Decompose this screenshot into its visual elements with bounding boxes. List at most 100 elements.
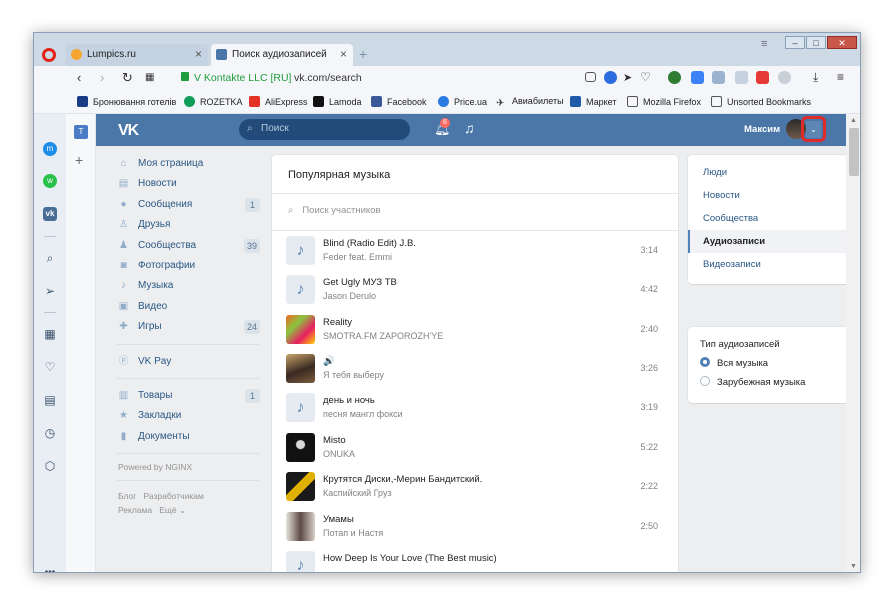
scroll-up-icon[interactable]: ▲ (850, 117, 857, 124)
music-note-icon[interactable]: ♫ (464, 120, 475, 136)
nav-video[interactable]: ▣ Видео (116, 298, 260, 318)
close-tab-icon[interactable]: × (340, 47, 347, 61)
bookmark-folder-unsorted[interactable]: Unsorted Bookmarks (711, 96, 811, 107)
snapshot-icon[interactable] (585, 72, 596, 82)
track-row[interactable]: ♪ день и ночь песня мангл фокси 3:19 (286, 393, 658, 423)
bookmark-folder-firefox[interactable]: Mozilla Firefox (627, 96, 701, 107)
user-name[interactable]: Максим (744, 124, 780, 135)
tab-lumpics[interactable]: Lumpics.ru × (66, 44, 208, 66)
nav-goods[interactable]: ▥ Товары 1 (116, 387, 260, 407)
album-cover[interactable] (286, 512, 315, 541)
speed-dial-icon[interactable]: ▦ (145, 72, 154, 83)
footer-ads-link[interactable]: Реклама (118, 505, 152, 515)
more-icon[interactable]: ••• (43, 566, 57, 572)
nav-news[interactable]: ▤ Новости (116, 175, 260, 195)
nav-messages[interactable]: ● Сообщения 1 (116, 196, 260, 216)
whatsapp-icon[interactable]: w (43, 174, 57, 188)
new-tab-icon[interactable]: + (359, 46, 367, 62)
tab-video[interactable]: Видеозаписи (688, 253, 846, 276)
puzzle-extension-icon[interactable] (735, 71, 748, 84)
url-input[interactable]: vk.com/search (294, 72, 362, 84)
track-row[interactable]: 🔊 Я тебя выберу 3:26 (286, 354, 658, 384)
nav-music[interactable]: ♪ Музыка (116, 277, 260, 297)
nav-photos[interactable]: ◙ Фотографии (116, 257, 260, 277)
tab-vk-search[interactable]: Поиск аудиозаписей × (211, 44, 353, 66)
nav-bookmarks[interactable]: ★ Закладки (116, 407, 260, 427)
track-row[interactable]: Reality SMOTRA.FM ZAPOROZH'YE 2:40 (286, 315, 658, 345)
vk-sidebar-icon[interactable]: vk (43, 207, 57, 221)
tab-people[interactable]: Люди (688, 161, 846, 184)
track-row[interactable]: Крутятся Диски,-Мерин Бандитский. Каспийс… (286, 472, 658, 502)
messenger-icon[interactable]: m (43, 142, 57, 156)
music-note-icon[interactable]: ♪ (286, 275, 315, 304)
scroll-down-icon[interactable]: ▼ (850, 563, 857, 570)
tab-audio[interactable]: Аудиозаписи (688, 230, 846, 253)
nav-documents[interactable]: ▮ Документы (116, 428, 260, 448)
track-row[interactable]: Misto ONUKA 5:22 (286, 433, 658, 463)
bookmark-flights[interactable]: ✈ Авиабилеты (496, 96, 564, 109)
nav-my-page[interactable]: ⌂ Моя страница (116, 155, 260, 175)
music-note-icon[interactable]: ♪ (286, 551, 315, 572)
track-row[interactable]: ♪ Blind (Radio Edit) J.B. Feder feat. Emmi… (286, 236, 658, 266)
download-extension-icon[interactable] (691, 71, 704, 84)
bookmark-lamoda[interactable]: Lamoda (313, 96, 362, 107)
radio-foreign-music[interactable]: Зарубежная музыка (700, 376, 805, 388)
send-icon[interactable]: ➤ (623, 71, 632, 84)
extension-grey-icon[interactable] (778, 71, 791, 84)
maximize-button[interactable]: □ (806, 36, 826, 49)
track-row[interactable]: ♪ How Deep Is Your Love (The Best music) (286, 551, 658, 572)
track-row[interactable]: Умамы Потап и Настя 2:50 (286, 512, 658, 542)
send-icon[interactable]: ➢ (43, 284, 57, 298)
bookmark-aliexpress[interactable]: AliExpress (249, 96, 308, 107)
news-icon[interactable]: ▤ (43, 393, 57, 407)
footer-more-link[interactable]: Ещё ⌄ (159, 505, 186, 515)
add-panel-icon[interactable]: + (75, 152, 83, 168)
members-search-input[interactable]: ⌕ Поиск участников (288, 205, 381, 216)
album-cover[interactable] (286, 433, 315, 462)
music-note-icon[interactable]: ♪ (286, 236, 315, 265)
extension-arrow-icon[interactable] (712, 71, 725, 84)
album-cover[interactable] (286, 472, 315, 501)
vpn-shield-icon[interactable] (604, 71, 617, 84)
minimize-button[interactable]: – (785, 36, 805, 49)
album-cover[interactable] (286, 315, 315, 344)
bookmark-rozetka[interactable]: ROZETKA (184, 96, 243, 107)
opera-logo-icon[interactable] (42, 48, 56, 62)
close-window-button[interactable]: ✕ (827, 36, 857, 49)
heart-icon[interactable]: ♡ (640, 70, 651, 84)
nav-vk-pay[interactable]: ⓟ VK Pay (116, 353, 260, 373)
extension-red-icon[interactable] (756, 71, 769, 84)
nav-communities[interactable]: ♟ Сообщества 39 (116, 237, 260, 257)
extension-globe-icon[interactable] (668, 71, 681, 84)
scroll-thumb[interactable] (849, 128, 859, 176)
nav-friends[interactable]: ♙ Друзья (116, 216, 260, 236)
close-tab-icon[interactable]: × (195, 47, 202, 61)
bookmark-priceua[interactable]: Price.ua (438, 96, 487, 107)
footer-dev-link[interactable]: Разработчикам (143, 491, 203, 501)
forward-icon[interactable]: › (100, 70, 104, 85)
tab-communities[interactable]: Сообщества (688, 207, 846, 230)
bookmark-booking[interactable]: Бронювання готелів (77, 96, 176, 107)
easy-setup-icon[interactable]: ≡ (837, 70, 844, 84)
track-row[interactable]: ♪ Get Ugly МУЗ ТВ Jason Derulo 4:42 (286, 275, 658, 305)
bookmark-facebook[interactable]: Facebook (371, 96, 427, 107)
back-icon[interactable]: ‹ (77, 70, 81, 85)
secure-site-label[interactable]: V Kontakte LLC [RU] (194, 72, 291, 84)
translate-icon[interactable]: T (74, 125, 88, 139)
nav-games[interactable]: ✚ Игры 24 (116, 318, 260, 338)
downloads-icon[interactable]: ⤓ (813, 70, 818, 85)
page-scrollbar[interactable]: ▲ ▼ (846, 114, 860, 572)
vk-logo[interactable]: VK (118, 122, 139, 140)
reload-icon[interactable]: ↻ (122, 70, 133, 86)
footer-blog-link[interactable]: Блог (118, 491, 136, 501)
album-cover[interactable] (286, 354, 315, 383)
vk-search-input[interactable]: ⌕ Поиск (239, 119, 410, 140)
extensions-cube-icon[interactable]: ⬡ (43, 459, 57, 473)
heart-icon[interactable]: ♡ (43, 360, 57, 374)
music-note-icon[interactable]: ♪ (286, 393, 315, 422)
lock-icon[interactable] (181, 72, 189, 81)
search-icon[interactable]: ⌕ (43, 251, 57, 265)
tab-menu-icon[interactable]: ≡ (761, 38, 773, 50)
radio-all-music[interactable]: Вся музыка (700, 357, 768, 369)
history-icon[interactable]: ◷ (43, 426, 57, 440)
